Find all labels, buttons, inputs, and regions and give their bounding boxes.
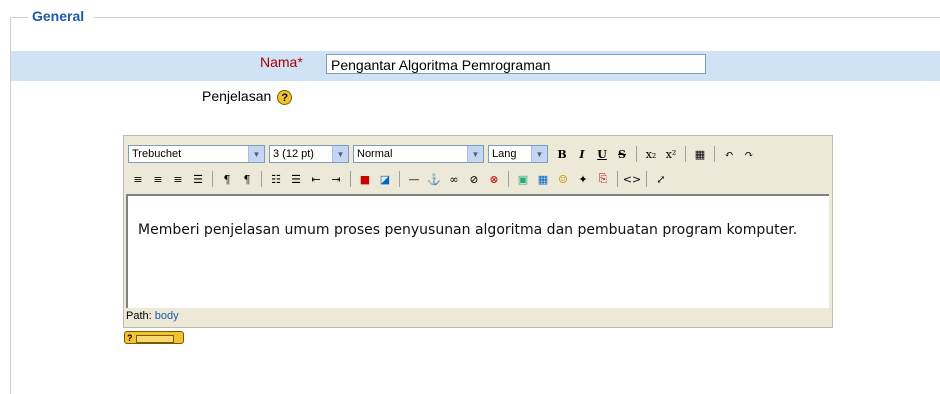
html-source-button[interactable]: <> (623, 170, 641, 188)
lang-select-value: Lang (492, 148, 517, 160)
text-color-button[interactable]: ■ (356, 170, 374, 188)
unlink-button[interactable]: ⊘ (465, 170, 483, 188)
indent-button[interactable]: ⇥ (327, 170, 345, 188)
name-input[interactable]: Pengantar Algoritma Pemrograman (326, 54, 706, 74)
toolbar-separator (350, 171, 351, 187)
toolbar-separator (714, 146, 715, 162)
ltr-button[interactable]: ¶ (218, 170, 236, 188)
format-select-value: Normal (357, 148, 393, 160)
lang-select[interactable]: Lang ▼ (488, 145, 548, 163)
ordered-list-button[interactable]: ☷ (267, 170, 285, 188)
italic-button[interactable]: I (573, 145, 591, 163)
insert-table-button[interactable]: ▦ (534, 170, 552, 188)
insert-link-button[interactable]: ∞ (445, 170, 463, 188)
undo-button[interactable]: ↶ (720, 145, 738, 163)
align-left-button[interactable]: ≡ (129, 170, 147, 188)
editor-content-area[interactable]: Memberi penjelasan umum proses penyusuna… (126, 194, 829, 308)
fieldset-legend[interactable]: General (32, 8, 84, 24)
redo-button[interactable]: ↷ (740, 145, 758, 163)
toolbar-row-1: Trebuchet ▼ 3 (12 pt) ▼ Normal ▼ Lang ▼ … (128, 142, 759, 166)
help-icon[interactable]: ? (277, 89, 293, 105)
required-mark: * (297, 54, 303, 70)
toolbar-separator (646, 171, 647, 187)
editor-text: Memberi penjelasan umum proses penyusuna… (138, 222, 798, 238)
keyboard-icon (135, 334, 174, 343)
fieldset-border (10, 17, 28, 18)
name-label: Nama* (260, 54, 303, 70)
insert-char-button[interactable]: ✦ (574, 170, 592, 188)
outdent-button[interactable]: ⇤ (307, 170, 325, 188)
keyboard-help-icon[interactable]: ? (124, 331, 184, 344)
search-replace-button[interactable]: ⎘ (594, 170, 612, 188)
chevron-down-icon: ▼ (531, 146, 547, 162)
strikethrough-button[interactable]: S (613, 145, 631, 163)
font-select[interactable]: Trebuchet ▼ (128, 145, 265, 163)
toolbar-separator (399, 171, 400, 187)
toolbar-separator (261, 171, 262, 187)
align-right-button[interactable]: ≡ (169, 170, 187, 188)
anchor-button[interactable]: ⚓ (425, 170, 443, 188)
fullscreen-button[interactable]: ⤢ (652, 170, 670, 188)
size-select-value: 3 (12 pt) (273, 148, 314, 160)
chevron-down-icon: ▼ (467, 146, 483, 162)
name-label-text: Nama (260, 54, 298, 70)
html-editor: Trebuchet ▼ 3 (12 pt) ▼ Normal ▼ Lang ▼ … (123, 135, 833, 328)
toolbar-separator (636, 146, 637, 162)
justify-button[interactable]: ☰ (189, 170, 207, 188)
horizontal-rule-button[interactable]: — (405, 170, 423, 188)
chevron-down-icon: ▼ (332, 146, 348, 162)
align-center-button[interactable]: ≡ (149, 170, 167, 188)
size-select[interactable]: 3 (12 pt) ▼ (269, 145, 349, 163)
toolbar-separator (508, 171, 509, 187)
clean-word-html-button[interactable]: ▦ (691, 145, 709, 163)
nolink-button[interactable]: ⊗ (485, 170, 503, 188)
background-color-button[interactable]: ◪ (376, 170, 394, 188)
insert-image-button[interactable]: ▣ (514, 170, 532, 188)
underline-button[interactable]: U (593, 145, 611, 163)
toolbar-separator (617, 171, 618, 187)
font-select-value: Trebuchet (132, 148, 182, 160)
superscript-button[interactable]: x² (662, 145, 680, 163)
bold-button[interactable]: B (553, 145, 571, 163)
editor-path-bar: Path: body (126, 310, 179, 322)
toolbar-separator (685, 146, 686, 162)
toolbar-separator (212, 171, 213, 187)
description-label: Penjelasan? (202, 88, 293, 105)
path-label: Path: (126, 310, 152, 322)
unordered-list-button[interactable]: ☰ (287, 170, 305, 188)
insert-smiley-button[interactable]: ☺ (554, 170, 572, 188)
toolbar-row-2: ≡ ≡ ≡ ☰ ¶ ¶ ☷ ☰ ⇤ ⇥ ■ ◪ — ⚓ ∞ ⊘ ⊗ ▣ ▦ ☺ … (128, 167, 671, 191)
subscript-button[interactable]: x₂ (642, 145, 660, 163)
rtl-button[interactable]: ¶ (238, 170, 256, 188)
format-select[interactable]: Normal ▼ (353, 145, 484, 163)
fieldset-border (94, 17, 940, 18)
path-link-body[interactable]: body (155, 310, 179, 322)
chevron-down-icon: ▼ (248, 146, 264, 162)
keyboard-help-glyph: ? (127, 333, 133, 343)
description-label-text: Penjelasan (202, 88, 272, 104)
